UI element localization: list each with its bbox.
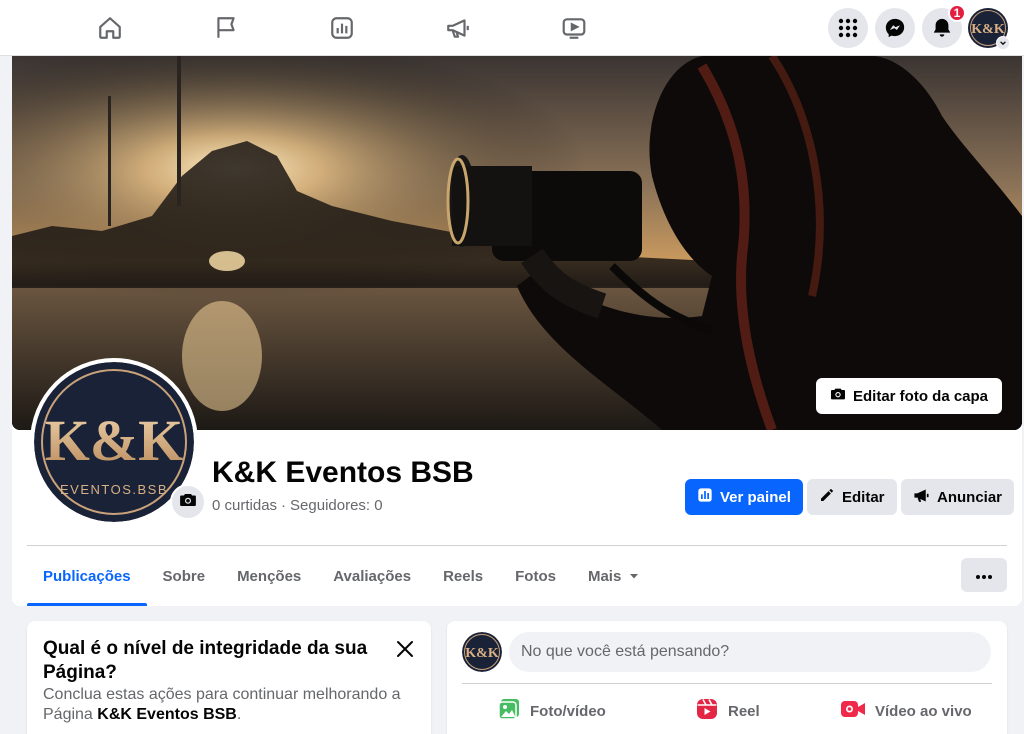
logo-wordmark: K&K xyxy=(45,408,184,473)
tab-avaliacoes[interactable]: Avaliações xyxy=(317,546,427,606)
flag-icon[interactable] xyxy=(208,10,244,46)
notification-badge: 1 xyxy=(948,4,966,22)
more-options-button[interactable] xyxy=(961,558,1007,592)
tab-sobre[interactable]: Sobre xyxy=(147,546,222,606)
post-composer: K&K No que você está pensando? Foto/víde… xyxy=(447,621,1007,734)
page-tabs: Publicações Sobre Menções Avaliações Ree… xyxy=(27,546,655,606)
photo-icon xyxy=(497,697,521,725)
edit-cover-label: Editar foto da capa xyxy=(853,387,989,405)
page-header-card: Editar foto da capa K&K EVENTOS.BSB K&K … xyxy=(12,56,1022,606)
camera-icon xyxy=(179,491,197,514)
edit-cover-button[interactable]: Editar foto da capa xyxy=(816,378,1003,414)
logo-subtext: EVENTOS.BSB xyxy=(60,482,168,497)
tab-mais-label: Mais xyxy=(587,567,622,585)
stats-separator: · xyxy=(281,497,287,514)
caret-down-icon xyxy=(629,571,639,581)
messenger-icon[interactable] xyxy=(875,8,915,48)
integrity-card-description: Conclua estas ações para continuar melho… xyxy=(43,685,423,725)
live-video-label: Vídeo ao vivo xyxy=(875,702,972,720)
composer-input[interactable]: No que você está pensando? xyxy=(509,632,991,672)
chevron-down-icon xyxy=(996,36,1010,50)
grid-menu-icon[interactable] xyxy=(828,8,868,48)
integrity-card: Qual é o nível de integridade da sua Pág… xyxy=(27,621,431,734)
composer-divider xyxy=(462,683,992,684)
integrity-card-title: Qual é o nível de integridade da sua Pág… xyxy=(43,638,368,683)
pencil-icon xyxy=(819,487,835,507)
integrity-desc-page: K&K Eventos BSB xyxy=(97,706,237,723)
close-icon[interactable] xyxy=(391,635,419,663)
home-icon[interactable] xyxy=(92,10,128,46)
dashboard-icon xyxy=(697,487,713,507)
edit-page-button[interactable]: Editar xyxy=(807,479,897,515)
update-profile-picture-button[interactable] xyxy=(170,484,206,520)
view-dashboard-button[interactable]: Ver painel xyxy=(685,479,803,515)
reel-label: Reel xyxy=(728,702,760,720)
insights-icon[interactable] xyxy=(324,10,360,46)
camera-icon xyxy=(830,386,846,406)
advertise-button[interactable]: Anunciar xyxy=(901,479,1015,515)
tab-mais[interactable]: Mais xyxy=(572,546,655,606)
view-dashboard-label: Ver painel xyxy=(720,488,791,506)
edit-page-label: Editar xyxy=(842,488,885,506)
advertise-label: Anunciar xyxy=(937,488,1003,506)
live-video-button[interactable]: Vídeo ao vivo xyxy=(840,693,972,729)
megaphone-icon[interactable] xyxy=(440,10,476,46)
photo-video-button[interactable]: Foto/vídeo xyxy=(497,693,606,729)
reel-button[interactable]: Reel xyxy=(695,693,760,729)
photo-video-label: Foto/vídeo xyxy=(530,702,606,720)
avatar[interactable]: K&K xyxy=(462,632,502,672)
tab-reels[interactable]: Reels xyxy=(427,546,499,606)
live-video-icon xyxy=(840,698,866,724)
page-stats: 0 curtidas · Seguidores: 0 xyxy=(212,497,383,514)
tab-fotos[interactable]: Fotos xyxy=(499,546,572,606)
page-profile-picture[interactable]: K&K EVENTOS.BSB xyxy=(30,358,206,526)
likes-count[interactable]: 0 curtidas xyxy=(212,497,277,514)
ellipsis-icon xyxy=(976,566,992,584)
top-navigation: 1 K&K xyxy=(0,0,1024,56)
integrity-desc-end: . xyxy=(236,706,242,723)
megaphone-icon xyxy=(913,487,930,508)
reel-icon xyxy=(695,697,719,725)
account-avatar[interactable]: K&K xyxy=(968,8,1010,50)
video-icon[interactable] xyxy=(556,10,592,46)
page-title: K&K Eventos BSB xyxy=(212,456,474,489)
followers-count[interactable]: Seguidores: 0 xyxy=(290,497,383,514)
svg-text:K&K: K&K xyxy=(971,22,1005,37)
svg-text:K&K: K&K xyxy=(465,646,499,661)
tab-mencoes[interactable]: Menções xyxy=(221,546,317,606)
bell-icon[interactable]: 1 xyxy=(922,4,966,48)
tab-publicacoes[interactable]: Publicações xyxy=(27,546,147,606)
